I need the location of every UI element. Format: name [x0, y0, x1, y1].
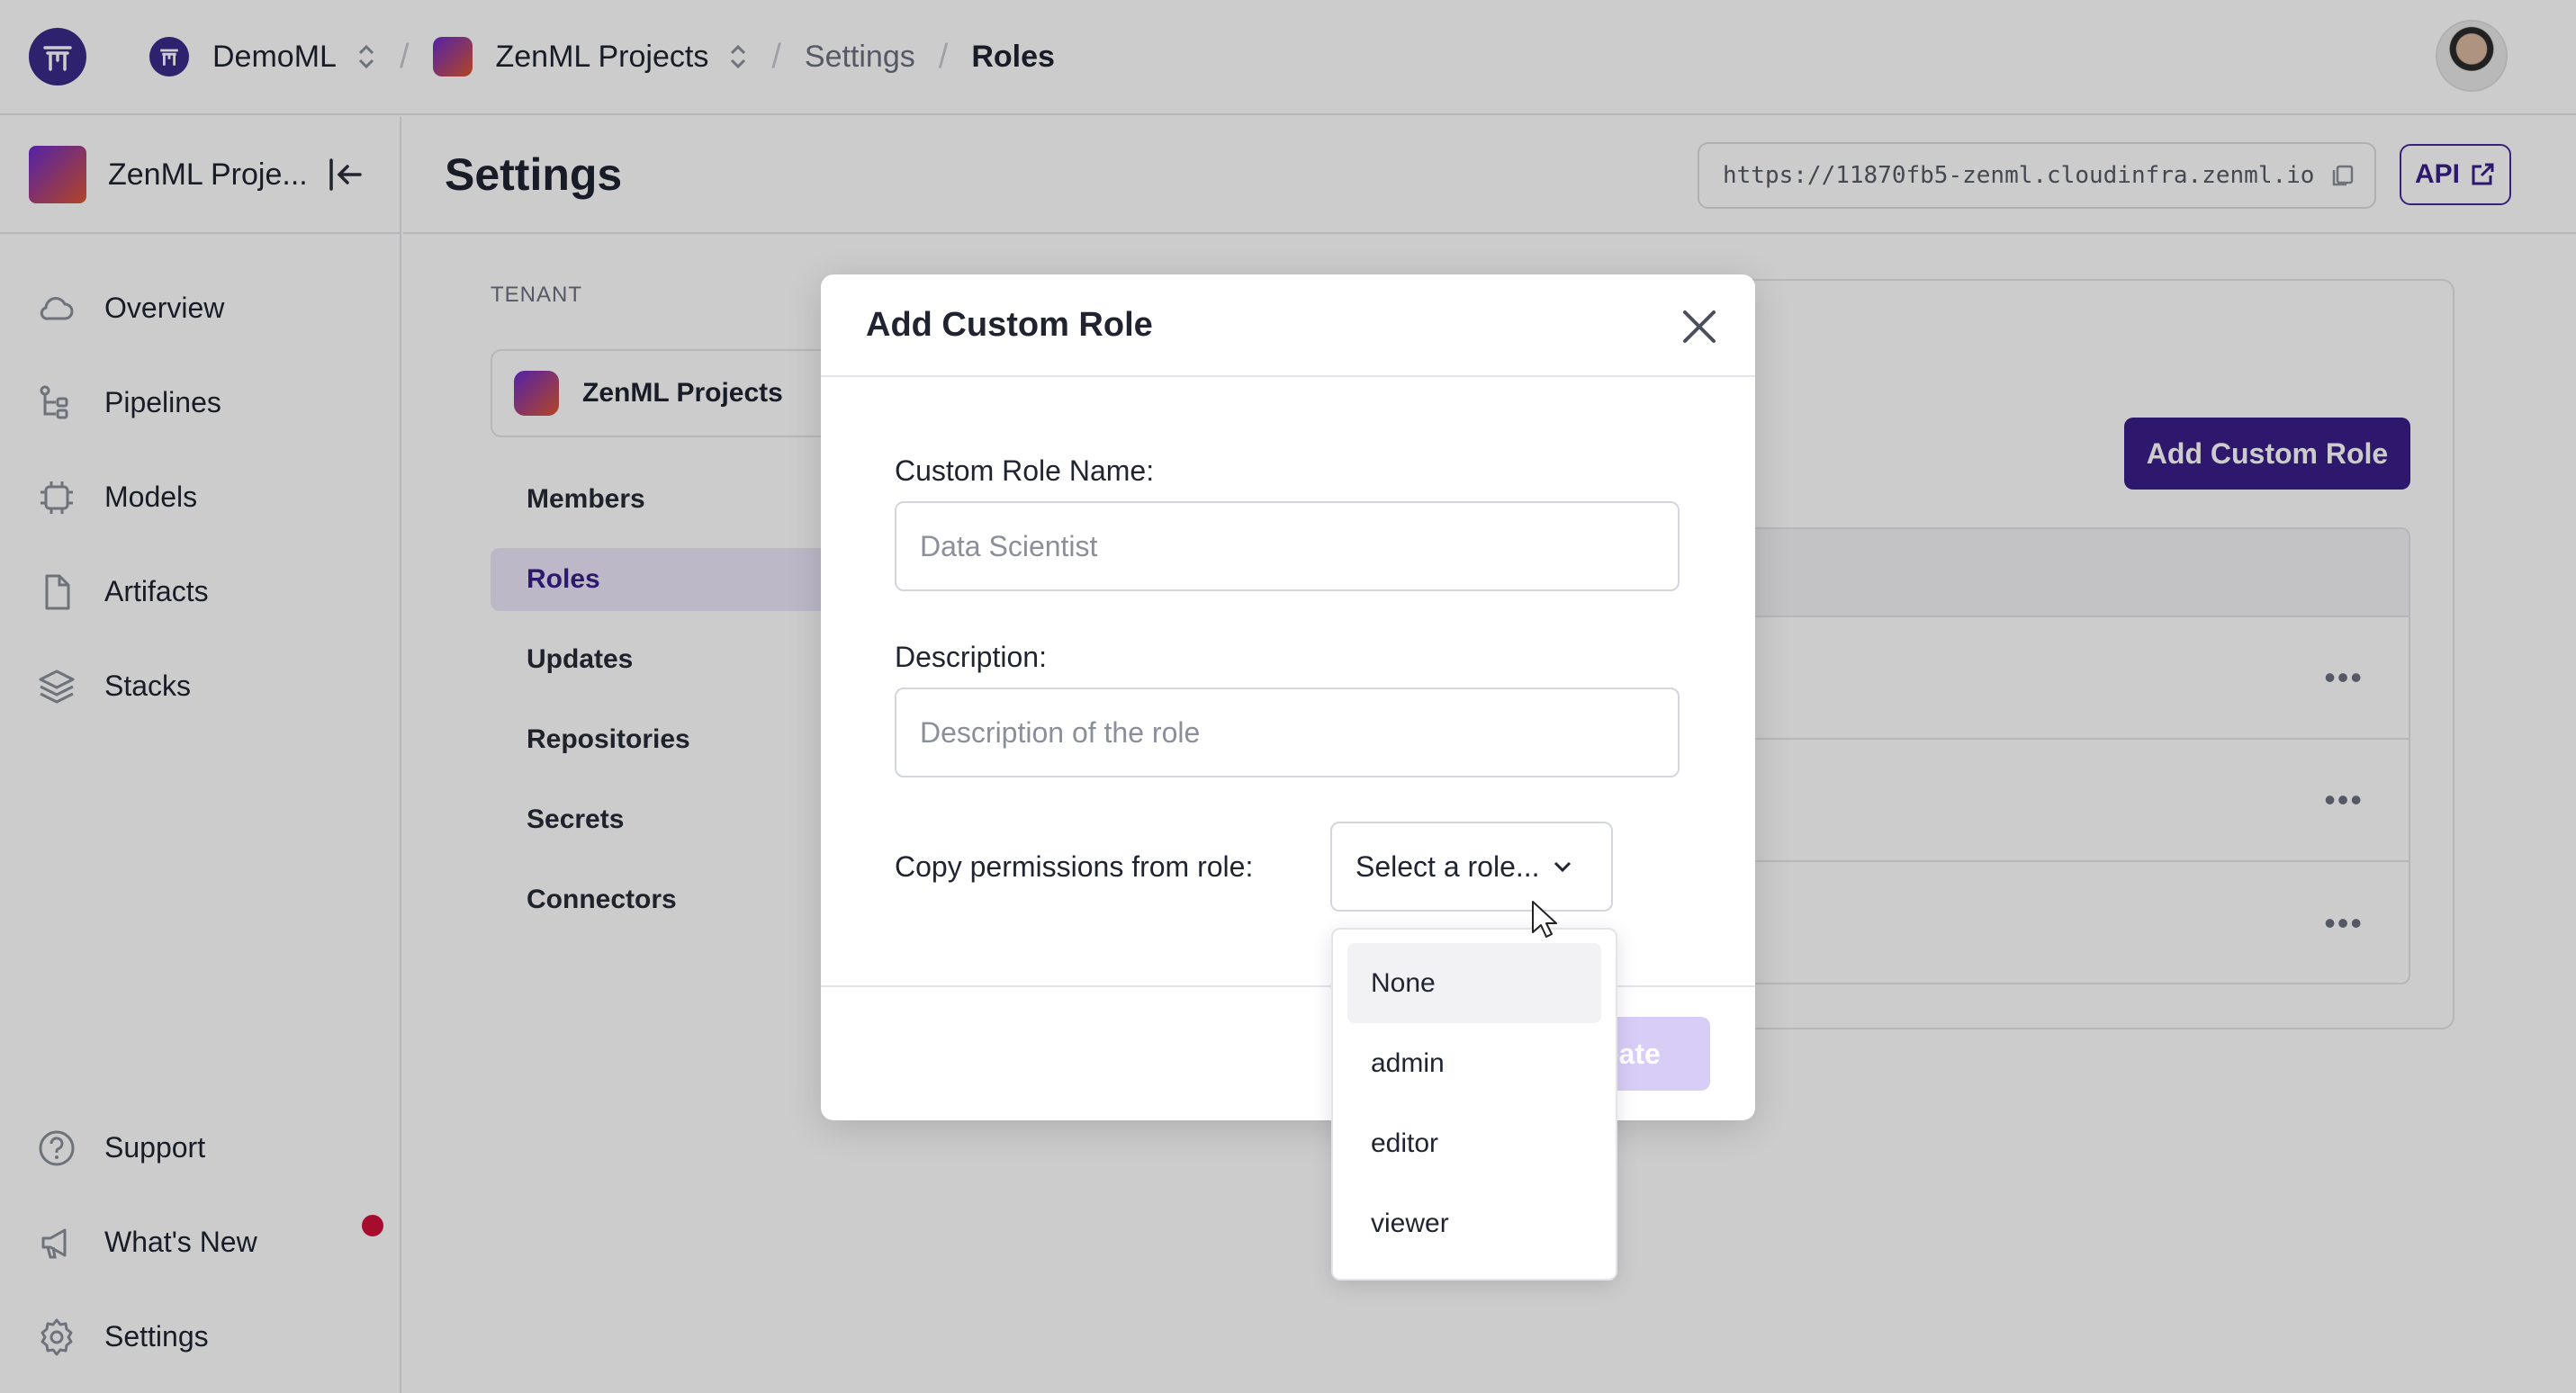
dropdown-option-admin[interactable]: admin [1347, 1023, 1601, 1103]
role-select[interactable]: Select a role... [1330, 822, 1613, 912]
role-select-value: Select a role... [1356, 849, 1540, 883]
dropdown-option-editor[interactable]: editor [1347, 1103, 1601, 1183]
role-name-input[interactable] [895, 501, 1680, 591]
mouse-cursor-icon [1532, 901, 1557, 938]
description-input[interactable] [895, 688, 1680, 777]
role-name-label: Custom Role Name: [895, 454, 1155, 487]
description-label: Description: [895, 641, 1047, 673]
dropdown-option-none[interactable]: None [1347, 943, 1601, 1023]
role-dropdown-menu: None admin editor viewer [1331, 928, 1617, 1281]
close-icon[interactable] [1674, 301, 1725, 352]
copy-permissions-label: Copy permissions from role: [895, 850, 1254, 883]
dropdown-option-viewer[interactable]: viewer [1347, 1183, 1601, 1263]
dialog-header: Add Custom Role [821, 274, 1755, 377]
chevron-down-icon [1554, 861, 1571, 873]
dialog-title: Add Custom Role [866, 305, 1153, 344]
